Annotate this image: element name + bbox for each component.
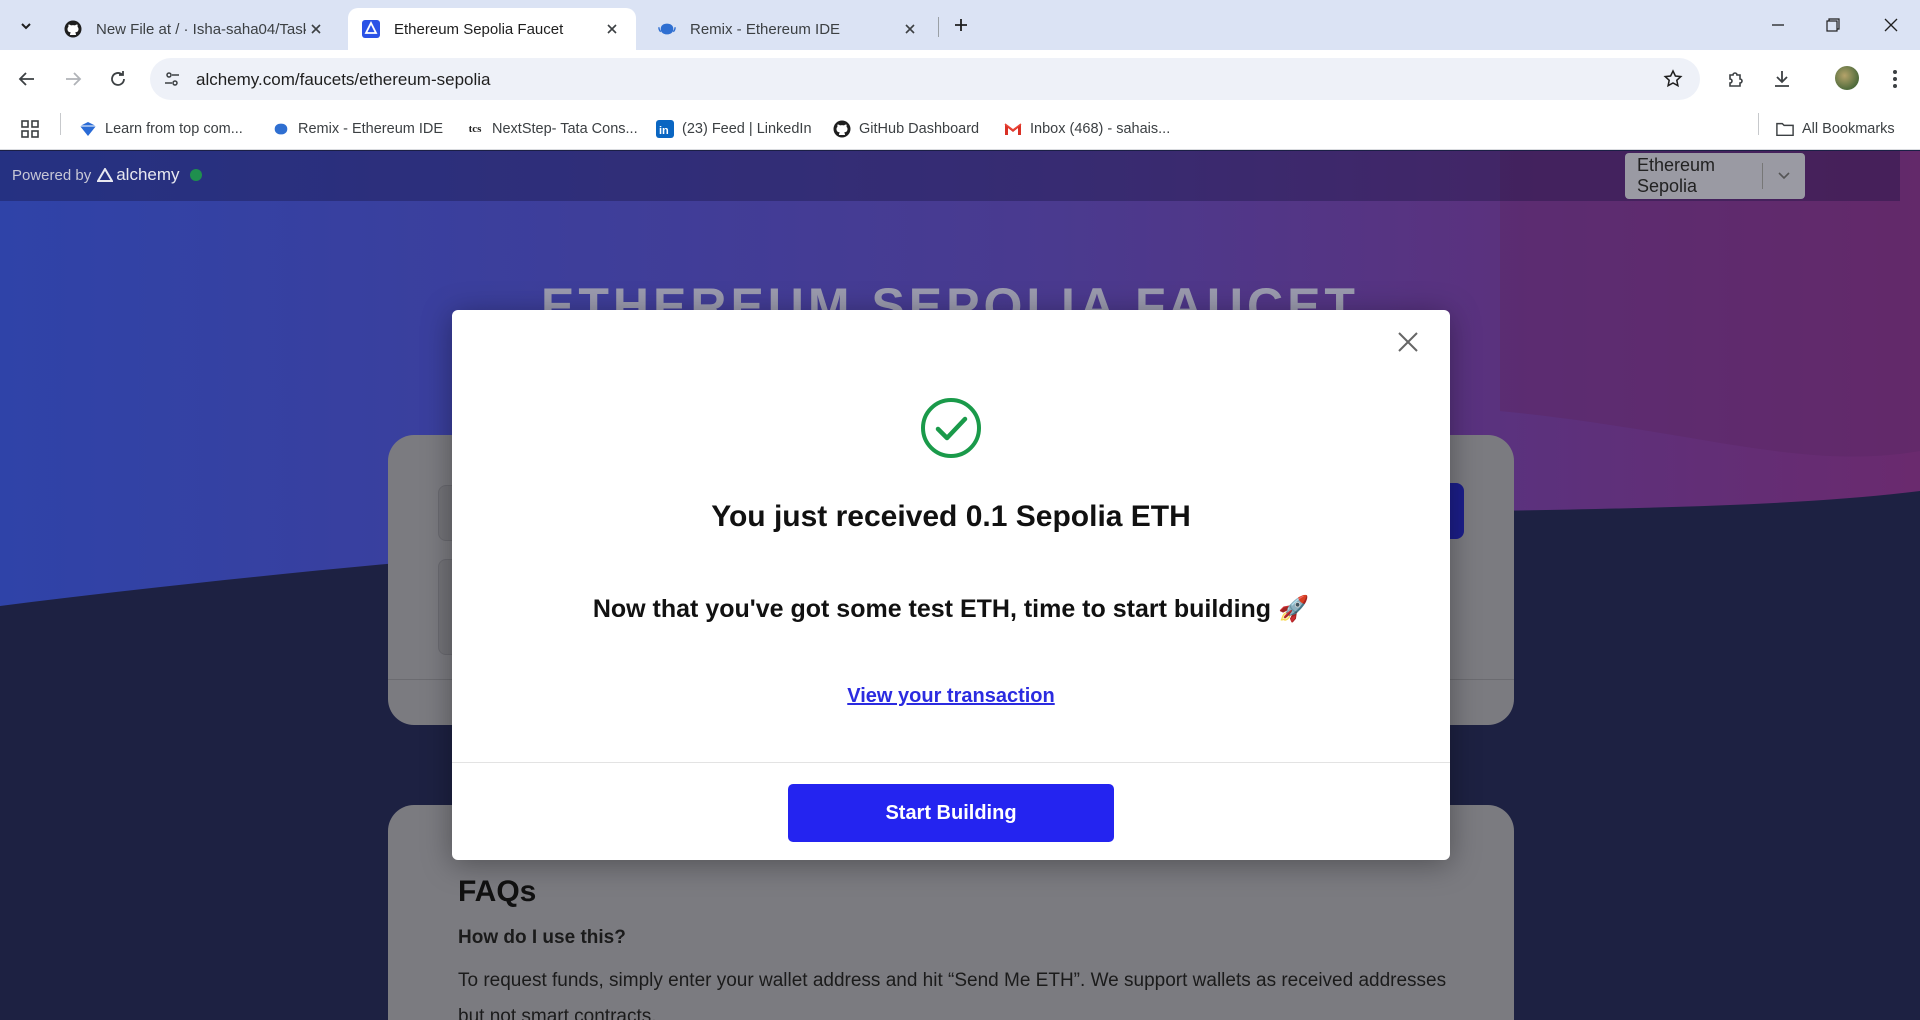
tab-title: Remix - Ethereum IDE [690, 20, 841, 38]
bookmark-star-icon[interactable] [1662, 68, 1684, 90]
tab-sepolia-faucet[interactable]: Ethereum Sepolia Faucet [348, 8, 636, 50]
puzzle-icon [1729, 72, 1743, 87]
site-info-icon[interactable] [162, 69, 182, 89]
bookmark-label: Remix - Ethereum IDE [298, 121, 444, 137]
bookmark-tcs[interactable]: tcs NextStep- Tata Cons... [466, 108, 638, 150]
kebab-menu-icon [1893, 70, 1897, 88]
bookmark-github[interactable]: GitHub Dashboard [833, 108, 979, 150]
bookmark-label: NextStep- Tata Cons... [492, 121, 638, 137]
tcs-icon: tcs [468, 123, 482, 135]
forward-button[interactable] [58, 64, 88, 94]
back-button[interactable] [12, 64, 42, 94]
restore-icon [1826, 18, 1840, 32]
apps-grid-icon [21, 120, 39, 138]
tab-strip: New File at / · Isha-saha04/Task Ethereu… [0, 0, 1920, 50]
bookmark-learn[interactable]: Learn from top com... [79, 108, 243, 150]
modal-divider [452, 762, 1450, 763]
modal-title: You just received 0.1 Sepolia ETH [711, 500, 1191, 533]
bookmark-gmail[interactable]: Inbox (468) - sahais... [1004, 108, 1170, 150]
modal-subtitle: Now that you've got some test ETH, time … [592, 595, 1310, 623]
bookmark-label: Inbox (468) - sahais... [1030, 121, 1171, 137]
bookmarks-separator [1758, 113, 1759, 135]
all-bookmarks-label: All Bookmarks [1802, 121, 1895, 137]
menu-button[interactable] [1880, 64, 1910, 94]
tab-title: Ethereum Sepolia Faucet [394, 20, 564, 38]
view-transaction-link-wrap: View your transaction [452, 685, 1450, 708]
arrow-left-icon [18, 72, 34, 86]
linkedin-icon: in [656, 120, 674, 138]
close-icon[interactable] [900, 19, 920, 39]
close-icon [1398, 332, 1418, 352]
modal-close-button[interactable] [1392, 326, 1424, 358]
bookmarks-separator [60, 113, 61, 135]
minimize-button[interactable] [1763, 10, 1793, 40]
download-icon [1775, 71, 1789, 87]
bookmark-label: (23) Feed | LinkedIn [682, 121, 812, 137]
tab-search-button[interactable] [10, 10, 42, 42]
window-close-button[interactable] [1876, 10, 1906, 40]
remix-icon [658, 20, 676, 38]
reload-icon [111, 71, 125, 86]
downloads-button[interactable] [1767, 64, 1797, 94]
chevron-down-icon [21, 23, 31, 30]
extensions-button[interactable] [1721, 64, 1751, 94]
view-transaction-link[interactable]: View your transaction [847, 685, 1054, 707]
reload-button[interactable] [103, 64, 133, 94]
gmail-icon [1004, 120, 1022, 138]
github-icon [64, 20, 82, 38]
address-bar[interactable]: alchemy.com/faucets/ethereum-sepolia [150, 58, 1700, 100]
url-text[interactable]: alchemy.com/faucets/ethereum-sepolia [196, 70, 491, 90]
new-tab-button[interactable] [948, 12, 974, 38]
close-icon[interactable] [306, 19, 326, 39]
success-modal: You just received 0.1 Sepolia ETH Now th… [452, 310, 1450, 860]
browser-toolbar: alchemy.com/faucets/ethereum-sepolia [0, 50, 1920, 108]
arrow-right-icon [66, 72, 82, 86]
svg-text:in: in [659, 125, 669, 137]
check-circle-icon [921, 398, 981, 458]
minimize-icon [1772, 24, 1784, 26]
github-icon [833, 120, 851, 138]
bookmark-label: GitHub Dashboard [859, 121, 980, 137]
profile-avatar[interactable] [1835, 66, 1859, 90]
remix-icon [272, 120, 290, 138]
tab-github-file[interactable]: New File at / · Isha-saha04/Task [50, 8, 340, 50]
bookmark-label: Learn from top com... [105, 121, 243, 137]
bookmark-remix[interactable]: Remix - Ethereum IDE [272, 108, 443, 150]
tab-title: New File at / · Isha-saha04/Task [96, 20, 306, 38]
start-building-button[interactable]: Start Building [788, 784, 1114, 842]
restore-button[interactable] [1818, 10, 1848, 40]
tab-remix[interactable]: Remix - Ethereum IDE [644, 8, 934, 50]
bookmark-linkedin[interactable]: in (23) Feed | LinkedIn [656, 108, 812, 150]
all-bookmarks[interactable]: All Bookmarks [1776, 108, 1895, 150]
close-icon [1884, 18, 1898, 32]
bookmark-learn-icon [79, 120, 97, 138]
plus-icon [955, 19, 967, 31]
folder-icon [1776, 120, 1794, 138]
close-icon[interactable] [602, 19, 622, 39]
alchemy-icon [362, 20, 380, 38]
tab-separator [938, 17, 939, 37]
apps-button[interactable] [20, 108, 40, 150]
bookmarks-bar: Learn from top com... Remix - Ethereum I… [0, 108, 1920, 150]
